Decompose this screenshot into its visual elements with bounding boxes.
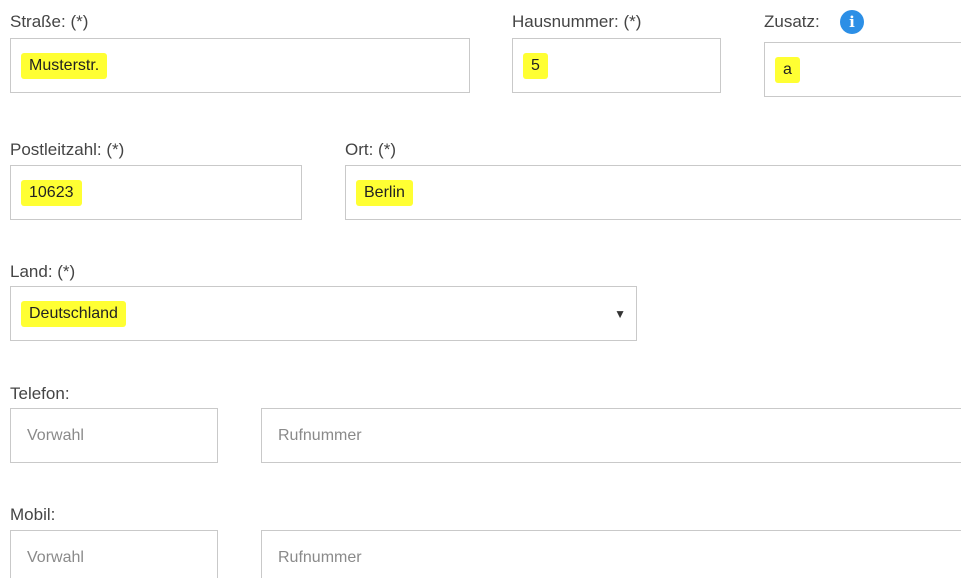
phone-area-input[interactable]: Vorwahl: [10, 408, 218, 463]
city-label: Ort: (*): [345, 140, 396, 159]
country-value: Deutschland: [21, 300, 126, 327]
house-number-value: 5: [523, 52, 548, 79]
info-icon[interactable]: i: [840, 10, 864, 34]
mobile-number-input[interactable]: Rufnummer: [261, 530, 961, 578]
house-number-input[interactable]: 5: [512, 38, 721, 93]
phone-number-placeholder: Rufnummer: [278, 426, 362, 444]
phone-number-input[interactable]: Rufnummer: [261, 408, 961, 463]
street-input[interactable]: Musterstr.: [10, 38, 470, 93]
addition-value: a: [775, 56, 800, 83]
phone-area-placeholder: Vorwahl: [27, 426, 84, 444]
dropdown-arrow-icon: ▼: [614, 306, 626, 321]
address-form: Straße: (*) Musterstr. Hausnummer: (*) 5…: [0, 0, 961, 578]
phone-label: Telefon:: [10, 384, 70, 403]
city-input[interactable]: Berlin: [345, 165, 961, 220]
addition-label: Zusatz:: [764, 12, 820, 31]
mobile-label: Mobil:: [10, 505, 56, 524]
country-label: Land: (*): [10, 262, 76, 281]
street-label: Straße: (*): [10, 12, 89, 31]
country-select[interactable]: Deutschland ▼: [10, 286, 637, 341]
house-number-label: Hausnummer: (*): [512, 12, 642, 31]
addition-input[interactable]: a: [764, 42, 961, 97]
city-value: Berlin: [356, 179, 413, 206]
postal-code-value: 10623: [21, 179, 82, 206]
postal-code-label: Postleitzahl: (*): [10, 140, 125, 159]
postal-code-input[interactable]: 10623: [10, 165, 302, 220]
mobile-area-input[interactable]: Vorwahl: [10, 530, 218, 578]
mobile-area-placeholder: Vorwahl: [27, 548, 84, 566]
mobile-number-placeholder: Rufnummer: [278, 548, 362, 566]
street-value: Musterstr.: [21, 52, 108, 79]
